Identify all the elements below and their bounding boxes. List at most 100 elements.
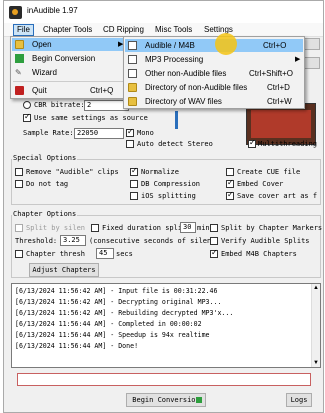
multithreading-label: Multithreading — [258, 140, 318, 148]
cover-art-inner — [251, 110, 311, 138]
directory-non-audible-shortcut: Ctrl+D — [267, 83, 290, 92]
normalize-label: Normalize — [141, 168, 179, 176]
remove-clips-checkbox[interactable] — [15, 168, 23, 176]
audible-m4b-shortcut: Ctrl+O — [263, 41, 287, 50]
save-cover-checkbox[interactable] — [226, 190, 234, 200]
logs-button[interactable]: Logs — [286, 393, 312, 407]
menu-separator — [13, 81, 124, 82]
log-line: [6/13/2024 11:56:42 AM] - Rebuilding dec… — [15, 309, 234, 317]
fixed-duration-checkbox[interactable] — [91, 224, 99, 232]
title-bar: inAudible 1.97 — [4, 1, 323, 23]
embed-m4b-checkbox[interactable] — [210, 248, 218, 258]
chapter-thresh-input[interactable]: 45 — [96, 248, 114, 259]
menu-item-open-label: Open — [32, 40, 52, 49]
slider-thumb[interactable] — [175, 111, 178, 129]
app-icon — [9, 6, 22, 19]
verify-splits-label: Verify Audible Splits — [221, 237, 310, 245]
fixed-duration-label: Fixed duration split — [102, 224, 187, 232]
green-square-icon — [15, 54, 24, 63]
chapter-thresh-unit: secs — [116, 250, 133, 258]
cover-art-image — [246, 103, 316, 145]
split-markers-checkbox[interactable] — [210, 224, 218, 232]
log-line: [6/13/2024 11:56:42 AM] - Decrypting ori… — [15, 298, 222, 306]
wizard-icon: ✎ — [15, 68, 22, 77]
embed-cover-label: Embed Cover — [237, 180, 284, 188]
log-line: [6/13/2024 11:56:44 AM] - Done! — [15, 342, 139, 350]
window-title: inAudible 1.97 — [27, 6, 78, 15]
menu-chapter-tools[interactable]: Chapter Tools — [40, 24, 95, 36]
chapter-thresh-label: Chapter thresh — [26, 250, 86, 258]
embed-m4b-label: Embed M4B Chapters — [221, 250, 297, 258]
menu-item-begin-conversion[interactable]: Begin Conversion — [12, 52, 125, 65]
menu-item-begin-label: Begin Conversion — [32, 54, 96, 63]
use-same-settings-checkbox[interactable] — [23, 112, 31, 122]
embed-cover-checkbox[interactable] — [226, 178, 234, 188]
submenu-arrow-icon: ▶ — [295, 56, 301, 63]
chapter-thresh-checkbox[interactable] — [15, 250, 23, 258]
directory-non-audible-label: Directory of non-Audible files — [145, 83, 248, 92]
do-not-tag-checkbox[interactable] — [15, 180, 23, 188]
db-compression-label: DB Compression — [141, 180, 201, 188]
right-arrow-button[interactable] — [304, 57, 320, 69]
create-cue-checkbox[interactable] — [226, 168, 234, 176]
normalize-checkbox[interactable] — [130, 166, 138, 176]
menu-item-wizard-label: Wizard — [32, 68, 57, 77]
mono-label: Mono — [137, 129, 154, 137]
mono-checkbox[interactable] — [126, 127, 134, 137]
open-submenu: Audible / M4B Ctrl+O MP3 Processing ▶ Ot… — [123, 36, 305, 109]
file-icon — [128, 41, 137, 50]
cbr-radio[interactable] — [23, 101, 31, 109]
auto-detect-checkbox[interactable] — [126, 140, 134, 148]
threshold-input[interactable]: 3.25 — [60, 235, 86, 246]
file-icon — [128, 55, 137, 64]
scroll-up-icon[interactable]: ▲ — [313, 285, 319, 291]
folder-icon — [15, 40, 24, 49]
ios-splitting-checkbox[interactable] — [130, 192, 138, 200]
other-files-shortcut: Ctrl+Shift+O — [249, 69, 294, 78]
mp3-processing-label: MP3 Processing — [145, 55, 204, 64]
file-icon — [128, 69, 137, 78]
create-cue-label: Create CUE file — [237, 168, 301, 176]
menu-bar: File Chapter Tools CD Ripping Misc Tools… — [4, 23, 323, 37]
log-scrollbar[interactable]: ▲ ▼ — [311, 284, 320, 367]
menu-item-directory-non-audible[interactable]: Directory of non-Audible files Ctrl+D — [125, 81, 303, 94]
log-line: [6/13/2024 11:56:44 AM] - Speedup is 94x… — [15, 331, 210, 339]
go-icon — [196, 397, 202, 403]
split-silence-label: Split by silen — [26, 224, 86, 232]
scroll-down-icon[interactable]: ▼ — [313, 360, 319, 366]
special-options-title: Special Options — [12, 154, 78, 162]
menu-item-quit[interactable]: Quit Ctrl+Q — [12, 84, 125, 97]
menu-misc-tools[interactable]: Misc Tools — [152, 24, 195, 36]
split-silence-checkbox[interactable] — [15, 224, 23, 232]
menu-item-wizard[interactable]: ✎ Wizard — [12, 66, 125, 79]
directory-wav-shortcut: Ctrl+W — [267, 97, 292, 106]
verify-splits-checkbox[interactable] — [210, 237, 218, 245]
cbr-label: CBR bitrate: — [34, 101, 85, 109]
fixed-duration-unit: min — [197, 224, 210, 232]
cursor-highlight — [215, 33, 237, 55]
fixed-duration-input[interactable]: 30 — [180, 222, 196, 233]
menu-file[interactable]: File — [13, 24, 34, 36]
auto-detect-label: Auto detect Stereo — [137, 140, 213, 148]
menu-item-directory-wav[interactable]: Directory of WAV files Ctrl+W — [125, 95, 303, 108]
sample-rate-label: Sample Rate: — [23, 129, 74, 137]
do-not-tag-label: Do not tag — [26, 180, 69, 188]
menu-item-open[interactable]: Open ▶ — [12, 38, 125, 51]
multithreading-checkbox[interactable] — [248, 138, 256, 148]
menu-cd-ripping[interactable]: CD Ripping — [100, 24, 147, 36]
chapter-options-title: Chapter Options — [12, 210, 78, 218]
adjust-chapters-button[interactable]: Adjust Chapters — [29, 263, 99, 277]
app-window: inAudible 1.97 File Chapter Tools CD Rip… — [3, 0, 324, 413]
menu-item-other-files[interactable]: Other non-Audible files Ctrl+Shift+O — [125, 67, 303, 80]
top-right-button[interactable] — [304, 38, 320, 50]
sample-rate-select[interactable]: 22050 — [74, 128, 124, 139]
other-files-label: Other non-Audible files — [145, 69, 227, 78]
menu-item-mp3-processing[interactable]: MP3 Processing ▶ — [125, 53, 303, 66]
file-menu-dropdown: Open ▶ Begin Conversion ✎ Wizard Quit Ct… — [10, 36, 127, 99]
db-compression-checkbox[interactable] — [130, 180, 138, 188]
split-markers-label: Split by Chapter Markers — [221, 224, 323, 232]
begin-conversion-button[interactable]: Begin Conversion — [126, 393, 206, 407]
log-output: [6/13/2024 11:56:42 AM] - Input file is … — [11, 283, 321, 368]
folder-icon — [128, 83, 137, 92]
menu-item-audible-m4b[interactable]: Audible / M4B Ctrl+O — [125, 39, 303, 52]
